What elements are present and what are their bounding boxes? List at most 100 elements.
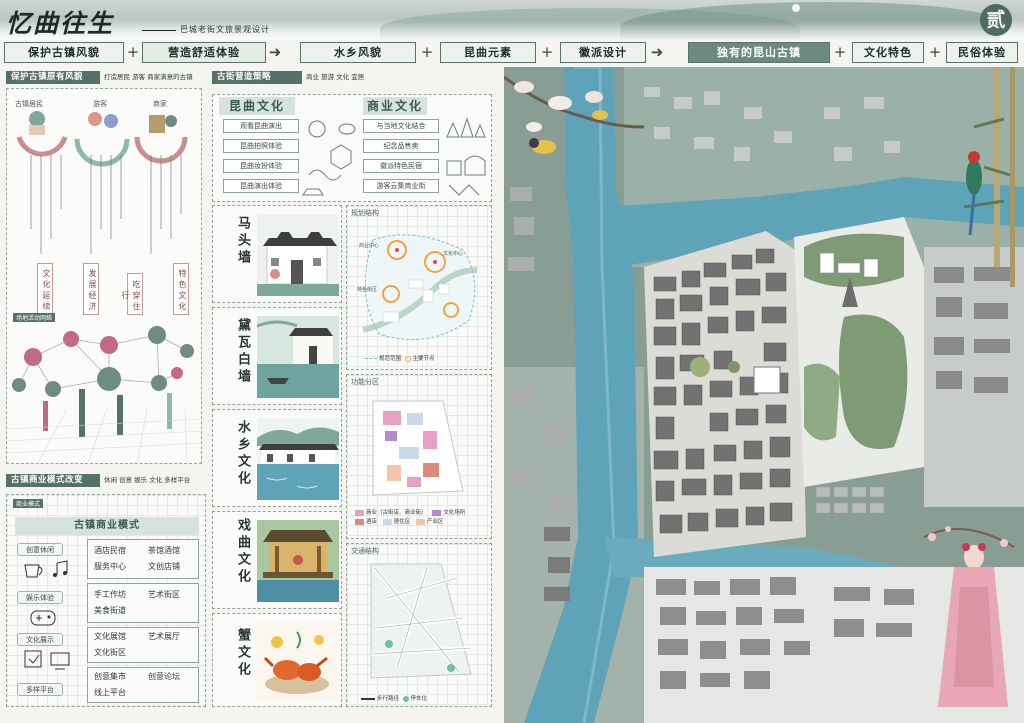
node-label: 文化中心 [443,251,464,257]
section-heading: 古镇商业模式改变 [6,474,100,487]
business-model-panel: 商业模式 古镇商业模式 酒店民宿 茶馆酒馆 服务中心 文创店铺 手工作坊 艺术街… [6,494,206,707]
business-cell: 艺术街区 [148,590,180,599]
legend-swatch [361,697,375,700]
legend-swatch [416,518,426,525]
business-cell: 酒店民宿 [94,546,126,555]
legend-swatch [432,509,442,516]
culture-card-crab: 蟹文化 [212,613,342,707]
plus-icon: + [928,43,942,61]
master-plan-map [504,67,1024,723]
commerce-item: 与当地文化结合 [363,119,439,133]
plus-icon: + [833,43,847,61]
business-cell: 创意论坛 [148,672,180,681]
node-label: 特色街区 [357,287,378,293]
legend-swatch [382,518,392,525]
concept-kunqu: 昆曲元素 [440,42,536,63]
business-row: 文化展馆 艺术展厅 文化街区 [87,627,199,663]
concept-culture: 文化特色 [852,42,924,63]
legend-label: 酒店 [366,519,378,525]
commerce-item: 游客云集商业街 [363,179,439,193]
section-heading: 保护古镇原有风貌 [6,71,100,84]
node-label: 商业中心 [359,243,380,249]
function-zone-map [372,400,464,496]
business-cell: 美食街道 [94,606,126,615]
label-tourists: 游客 [93,100,107,108]
concept-unique-town: 独有的昆山古镇 [688,42,830,63]
branch-special-culture: 特色文化 [173,263,189,315]
section-heading: 古街营造策略 [212,71,302,84]
planning-structure-panel: 规划结构 商业中心 文化中心 特色街区 规范范围 主要节点 [346,205,492,370]
tourist-figure-group [74,112,130,167]
culture-card-opera: 戏曲文化 [212,511,342,609]
card-title: 戏曲文化 [235,518,250,586]
business-cell: 文创店铺 [148,562,180,571]
mode-label: 文化展示 [17,633,63,646]
card-title: 蟹文化 [235,628,250,679]
business-cell: 服务中心 [94,562,126,571]
culture-icons [24,650,70,670]
legend-swatch [365,358,377,359]
moon-icon [792,4,800,12]
activity-network [6,326,204,466]
section-note: 休闲 创意 娱乐 文化 多样平台 [104,476,191,484]
branch-daily-life: 吃穿住行 [121,273,143,315]
branch-culture-continue: 文化延续 [37,263,53,315]
business-row: 手工作坊 艺术街区 美食街道 [87,583,199,623]
legend-label: 产业区 [427,519,444,525]
commerce-item: 纪念品售卖 [363,139,439,153]
section-note: 商业 旅游 文化 宜居 [306,73,365,81]
business-row: 酒店民宿 茶馆酒馆 服务中心 文创店铺 [87,539,199,579]
business-cell: 茶馆酒馆 [148,546,180,555]
culture-card-white-wall: 黛瓦白墙 [212,307,342,405]
legend-label: 步行路径 [377,696,400,702]
legend-label: 停车位 [410,696,428,702]
seal-badge: 贰 [980,4,1012,36]
game-icon [30,610,56,626]
header-banner: 忆曲往生 巴城老街文旅景观设计 贰 [0,0,1024,40]
business-cell: 文化展馆 [94,632,126,641]
plus-icon: + [420,43,434,61]
kunqu-item: 观看昆曲演出 [223,119,299,133]
shop-icons [446,117,486,196]
card-title: 水乡文化 [235,420,250,488]
kunqu-item: 昆曲演出体验 [223,179,299,193]
legend-label: 规范范围 [379,356,402,362]
planning-legend: 规范范围 主要节点 [365,354,435,362]
business-table-title: 古镇商业模式 [15,517,199,535]
site-plan-drawing [504,67,1024,723]
resident-figure-group [16,111,68,157]
stakeholder-diagram-panel: 古镇居民 游客 商家 文化延续 发展经济 特色文化 吃穿住行 场地活动网络 [6,88,204,466]
function-title: 功能分区 [351,378,379,386]
label-merchants: 商家 [153,100,167,108]
legend-swatch [355,518,364,525]
opera-props-icons [302,120,356,196]
card-title: 黛瓦白墙 [235,318,250,386]
kunqu-culture-title: 昆曲文化 [219,97,295,115]
commerce-culture-title: 商业文化 [363,97,427,115]
page-title: 忆曲往生 [6,9,115,38]
business-panel-label: 商业模式 [13,499,44,508]
branch-develop-economy: 发展经济 [83,263,99,315]
strategy-panel: 昆曲文化 观看昆曲演出 昆曲拍照体验 昆曲妆扮体验 昆曲演出体验 商业文化 与当… [212,94,492,202]
concept-folk: 民俗体验 [946,42,1018,63]
coffee-music-icons [24,560,68,578]
business-cell: 手工作坊 [94,590,126,599]
plus-icon: + [540,43,554,61]
concept-protect: 保护古镇风貌 [4,42,124,63]
concept-huipai: 徽派设计 [560,42,646,63]
mode-label: 创意休闲 [17,543,63,556]
merchant-figure-group [134,115,188,164]
legend-label: 主要节点 [412,356,435,362]
concept-bar: 保护古镇风貌 + 营造舒适体验 ➜ 水乡风貌 + 昆曲元素 + 徽派设计 ➜ 独… [0,42,1024,64]
water-town-illustration [257,418,339,500]
traffic-map [370,563,472,679]
traffic-title: 交通结构 [351,547,379,555]
function-zone-panel: 功能分区 商业（古街店、商业街） 文化场所 酒店 居住区 产业区 [346,374,492,539]
business-cell: 文化街区 [94,648,126,657]
legend-swatch [355,509,364,516]
legend-swatch [402,695,409,702]
section-note: 打造居民 游客 商家满意的古镇 [104,73,193,81]
legend-label: 商业（古街店、商业街） [366,510,427,516]
white-wall-illustration [257,316,339,398]
concept-experience: 营造舒适体验 [142,42,266,63]
